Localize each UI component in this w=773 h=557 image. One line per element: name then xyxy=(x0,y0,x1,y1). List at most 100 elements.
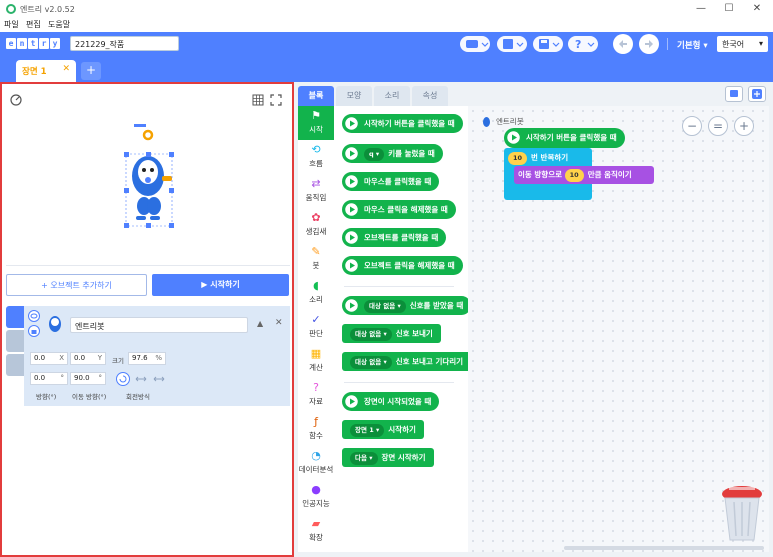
add-block-button[interactable] xyxy=(748,86,766,102)
start-button[interactable]: ▶ 시작하기 xyxy=(152,274,289,296)
fullscreen-icon[interactable] xyxy=(270,94,282,106)
palette-block[interactable]: 장면이 시작되었을 때 xyxy=(342,392,440,411)
block-dropdown[interactable]: 다음 ▾ xyxy=(350,452,378,465)
block-dropdown[interactable]: q ▾ xyxy=(364,148,385,161)
block-dropdown[interactable]: 대상 없음 ▾ xyxy=(350,328,392,341)
comment-button[interactable] xyxy=(725,86,743,102)
undo-button[interactable] xyxy=(613,34,633,54)
category-move[interactable]: ⇄ 움직임 xyxy=(298,174,334,208)
stage[interactable] xyxy=(6,86,290,266)
move-value[interactable]: 10 xyxy=(564,169,584,182)
category-looks[interactable]: ✿ 생김새 xyxy=(298,208,334,242)
category-calc[interactable]: ▦ 계산 xyxy=(298,344,334,378)
tab-shapes[interactable]: 모양 xyxy=(336,86,372,106)
lock-icon[interactable] xyxy=(28,325,40,337)
palette-block[interactable]: 마우스 클릭을 해제했을 때 xyxy=(342,200,456,219)
grid-icon[interactable] xyxy=(252,94,264,106)
app-icon xyxy=(6,4,16,14)
language-select[interactable]: 한국어 ▾ xyxy=(717,36,768,52)
script-start-block[interactable]: 시작하기 버튼을 클릭했을 때 xyxy=(504,128,625,148)
save-menu-button[interactable] xyxy=(533,36,563,52)
category-func[interactable]: ƒ 함수 xyxy=(298,412,334,446)
open-menu-button[interactable] xyxy=(460,36,490,52)
entrybot-sprite[interactable] xyxy=(118,118,180,232)
add-scene-button[interactable]: + xyxy=(81,62,101,80)
logo-letter: n xyxy=(17,38,27,49)
palette-block[interactable]: q ▾ 키를 눌렀을 때 xyxy=(342,144,443,163)
palette-block[interactable]: 오브젝트를 클릭했을 때 xyxy=(342,228,447,247)
help-tab[interactable] xyxy=(6,330,24,352)
delete-object-icon[interactable]: ✕ xyxy=(275,318,283,328)
zoom-out-button[interactable]: − xyxy=(682,116,702,136)
category-judge[interactable]: ✓ 판단 xyxy=(298,310,334,344)
block-hat-icon xyxy=(343,173,360,190)
menu-file[interactable]: 파일 xyxy=(4,19,19,30)
tab-blocks[interactable]: 블록 xyxy=(298,86,334,106)
file-menu-button[interactable] xyxy=(497,36,527,52)
speed-icon[interactable] xyxy=(10,94,22,106)
category-ai[interactable]: ● 인공지능 xyxy=(298,480,334,514)
object-card[interactable]: 엔트리봇 ▲ ✕ 0.0 X 0.0 Y 크기 97.6% 0.0 ° 90.0 ° 방… xyxy=(24,306,290,406)
category-data-analysis[interactable]: ◔ 데이터분석 xyxy=(298,446,334,480)
block-palette[interactable]: 시작하기 버튼을 클릭했을 때 q ▾ 키를 눌렀을 때마우스를 클릭했을 때마우스… xyxy=(334,106,468,552)
category-flag[interactable]: ⚑ 시작 xyxy=(298,106,334,140)
collapse-icon[interactable]: ▲ xyxy=(257,319,263,328)
palette-block[interactable]: 오브젝트 클릭을 해제했을 때 xyxy=(342,256,463,275)
mode-dropdown[interactable]: 기본형 ▾ xyxy=(677,39,708,51)
x-field[interactable]: 0.0 X xyxy=(30,352,68,365)
console-tab[interactable] xyxy=(6,354,24,376)
move-block[interactable]: 이동 방향으로 10 만큼 움직이기 xyxy=(514,166,654,184)
direction-field[interactable]: 0.0 ° xyxy=(30,372,68,385)
category-sound[interactable]: ◖ 소리 xyxy=(298,276,334,310)
object-name-input[interactable]: 엔트리봇 xyxy=(70,317,248,333)
rotate-horizontal-icon[interactable] xyxy=(134,372,148,386)
palette-block[interactable]: 마우스를 클릭했을 때 xyxy=(342,172,440,191)
eye-icon[interactable] xyxy=(28,310,40,322)
tab-sounds[interactable]: 소리 xyxy=(374,86,410,106)
horizontal-scrollbar[interactable] xyxy=(564,546,764,550)
menu-help[interactable]: 도움말 xyxy=(48,19,70,30)
project-name-input[interactable]: 221229_작품 xyxy=(70,36,179,51)
redo-button[interactable] xyxy=(639,34,659,54)
close-icon[interactable]: ✕ xyxy=(62,64,70,74)
palette-block[interactable]: 장면 1 ▾ 시작하기 xyxy=(342,420,424,439)
block-dropdown[interactable]: 대상 없음 ▾ xyxy=(350,356,392,369)
trash-icon[interactable] xyxy=(720,484,764,544)
rotate-none-icon[interactable] xyxy=(152,372,166,386)
palette-block[interactable]: 다음 ▾ 장면 시작하기 xyxy=(342,448,434,467)
play-icon xyxy=(505,129,522,146)
tab-properties[interactable]: 속성 xyxy=(412,86,448,106)
menu-edit[interactable]: 편집 xyxy=(26,19,41,30)
palette-block[interactable]: 대상 없음 ▾ 신호 보내고 기다리기 xyxy=(342,352,468,371)
palette-block[interactable]: 시작하기 버튼을 클릭했을 때 xyxy=(342,114,463,133)
block-dropdown[interactable]: 대상 없음 ▾ xyxy=(364,300,406,313)
entry-logo[interactable]: e n t r y xyxy=(6,38,60,49)
zoom-in-button[interactable]: + xyxy=(734,116,754,136)
close-window-button[interactable]: ✕ xyxy=(743,2,771,16)
minimize-button[interactable]: — xyxy=(687,2,715,16)
y-field[interactable]: 0.0 Y xyxy=(70,352,106,365)
help-menu-button[interactable]: ? xyxy=(568,36,598,52)
block-text: 시작하기 xyxy=(388,425,416,434)
script-canvas[interactable]: 엔트리봇 − = + 시작하기 버튼을 클릭했을 때 10 번 반복하기 이동 방… xyxy=(468,106,769,552)
category-extension[interactable]: ▰ 확장 xyxy=(298,514,334,548)
category-data[interactable]: ? 자료 xyxy=(298,378,334,412)
zoom-reset-button[interactable]: = xyxy=(708,116,728,136)
scene-tab[interactable]: 장면 1 ✕ xyxy=(16,60,76,82)
maximize-button[interactable]: ☐ xyxy=(715,2,743,16)
object-thumbnail xyxy=(49,316,61,332)
object-tab[interactable] xyxy=(6,306,24,328)
logo-letter: e xyxy=(6,38,16,49)
size-field[interactable]: 97.6% xyxy=(128,352,166,365)
repeat-count[interactable]: 10 xyxy=(508,152,528,165)
category-flow[interactable]: ⟲ 흐름 xyxy=(298,140,334,174)
palette-block[interactable]: 대상 없음 ▾ 신호를 받았을 때 xyxy=(342,296,468,315)
category-list: ⚑ 시작 ⟲ 흐름 ⇄ 움직임 ✿ 생김새 ✎ 붓 ◖ 소리 ✓ 판단 ▦ 계산? 자료 ƒ 함수 ◔ 데이터분석 ● 인공… xyxy=(298,106,334,552)
palette-block[interactable]: 대상 없음 ▾ 신호 보내기 xyxy=(342,324,441,343)
category-brush[interactable]: ✎ 붓 xyxy=(298,242,334,276)
add-object-button[interactable]: + 오브젝트 추가하기 xyxy=(6,274,147,296)
block-dropdown[interactable]: 장면 1 ▾ xyxy=(350,424,385,437)
block-hat-icon xyxy=(343,201,360,218)
move-direction-field[interactable]: 90.0 ° xyxy=(70,372,106,385)
rotate-free-icon[interactable] xyxy=(116,372,130,386)
